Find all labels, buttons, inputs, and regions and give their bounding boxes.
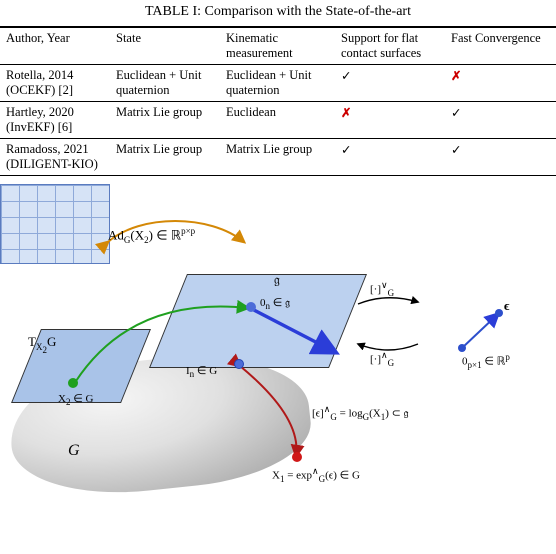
lie-algebra-plane (149, 274, 367, 368)
label-logmap: [ϵ]∧G = logG(X1) ⊂ 𝔤 (312, 404, 409, 422)
label-tx2g: TX2G (28, 334, 56, 354)
cell-state: Euclidean + Unit quaternion (110, 65, 220, 102)
point-epsilon (495, 309, 503, 317)
label-x1exp: X1 = exp∧G(ϵ) ∈ G (272, 466, 360, 484)
label-adg: AdG(X2) ∈ ℝp×p (108, 226, 195, 245)
point-identity (234, 359, 244, 369)
cell-author: Rotella, 2014 (OCEKF) [2] (0, 65, 110, 102)
point-zero-n (246, 302, 256, 312)
cell-conv: ✓ (445, 102, 556, 139)
cell-kin: Euclidean + Unit quaternion (220, 65, 335, 102)
label-x2: X2 ∈ G (58, 392, 93, 407)
cell-conv: ✓ (445, 139, 556, 176)
comparison-table: Author, Year State Kinematic measurement… (0, 26, 556, 176)
label-zero-n: 0n ∈ 𝔤 (260, 296, 290, 311)
table-row: Hartley, 2020 (InvEKF) [6] Matrix Lie gr… (0, 102, 556, 139)
table-row: Rotella, 2014 (OCEKF) [2] Euclidean + Un… (0, 65, 556, 102)
table-caption: TABLE I: Comparison with the State-of-th… (0, 0, 556, 26)
point-x2 (68, 378, 78, 388)
table-row: Ramadoss, 2021 (DILIGENT-KIO) Matrix Lie… (0, 139, 556, 176)
cell-kin: Matrix Lie group (220, 139, 335, 176)
cell-conv: ✗ (445, 65, 556, 102)
cell-flat: ✓ (335, 65, 445, 102)
point-zero-p (458, 344, 466, 352)
cell-author: Ramadoss, 2021 (DILIGENT-KIO) (0, 139, 110, 176)
cell-state: Matrix Lie group (110, 139, 220, 176)
page: TABLE I: Comparison with the State-of-th… (0, 0, 556, 494)
label-identity: In ∈ G (186, 364, 217, 379)
col-author: Author, Year (0, 27, 110, 65)
cell-state: Matrix Lie group (110, 102, 220, 139)
col-kin: Kinematic measurement (220, 27, 335, 65)
label-epsilon: ϵ (504, 298, 509, 314)
col-flat: Support for flat contact surfaces (335, 27, 445, 65)
label-zero-p: 0p×1 ∈ ℝp (462, 352, 510, 370)
table-header-row: Author, Year State Kinematic measurement… (0, 27, 556, 65)
vector-space-grid (0, 184, 110, 264)
col-conv: Fast Convergence (445, 27, 556, 65)
label-wedge: [·]∧G (370, 350, 394, 368)
lie-group-figure: AdG(X2) ∈ ℝp×p TX2G 𝔤 0n ∈ 𝔤 [·]∨G [·]∧G… (0, 184, 556, 494)
cell-flat: ✗ (335, 102, 445, 139)
col-state: State (110, 27, 220, 65)
point-x1 (292, 452, 302, 462)
label-vee: [·]∨G (370, 280, 394, 298)
cell-author: Hartley, 2020 (InvEKF) [6] (0, 102, 110, 139)
label-manifold-G: G (68, 442, 80, 460)
label-gothg: 𝔤 (274, 272, 280, 288)
cell-flat: ✓ (335, 139, 445, 176)
cell-kin: Euclidean (220, 102, 335, 139)
